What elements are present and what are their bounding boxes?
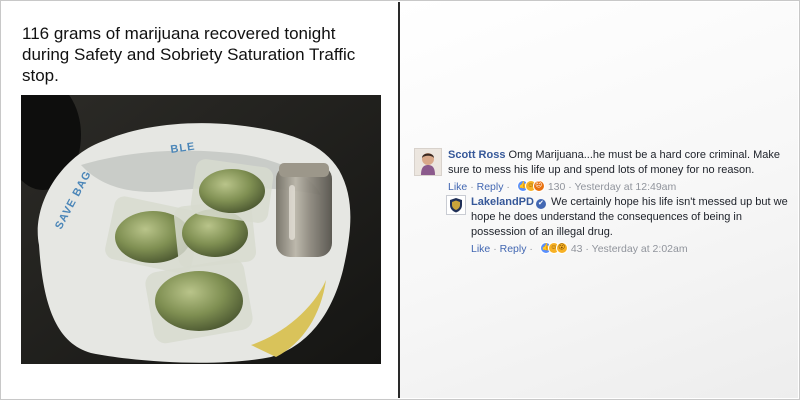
- reactions-count[interactable]: 43: [571, 243, 583, 255]
- wow-reaction-icon: 😮: [555, 242, 568, 254]
- reply-button[interactable]: Reply: [500, 243, 527, 255]
- angry-reaction-icon: ☹: [532, 180, 545, 192]
- police-badge-icon: [447, 196, 465, 214]
- post-text: 116 grams of marijuana recovered tonight…: [22, 24, 356, 85]
- comment-author[interactable]: Scott Ross: [448, 149, 505, 161]
- reply-button[interactable]: Reply: [477, 181, 504, 193]
- comment-timestamp[interactable]: Yesterday at 12:49am: [575, 181, 677, 193]
- comment-actions: Like · Reply · 👍 ☺ ☹ 130 · Yesterday at …: [448, 180, 793, 195]
- baggie-top: [190, 159, 274, 223]
- comment-body: LakelandPD ✔ We certainly hope his life i…: [471, 195, 791, 257]
- like-button[interactable]: Like: [471, 243, 490, 255]
- like-button[interactable]: Like: [448, 181, 467, 193]
- separator-dot: ·: [470, 181, 474, 193]
- separator-dot: ·: [529, 243, 533, 255]
- avatar[interactable]: [446, 195, 466, 215]
- glass-jar: [276, 163, 332, 257]
- separator-dot: ·: [506, 181, 510, 193]
- avatar[interactable]: [414, 148, 442, 176]
- comment-body: Scott Ross Omg Marijuana...he must be a …: [448, 148, 793, 195]
- separator-dot: ·: [568, 181, 572, 193]
- separator-dot: ·: [493, 243, 497, 255]
- reactions-summary[interactable]: 👍 ☺ ☹: [516, 180, 545, 192]
- user-avatar-icon: [415, 149, 441, 175]
- comment-timestamp[interactable]: Yesterday at 2:02am: [592, 243, 688, 255]
- evidence-photo-drawing: SAVE BAG BLE: [21, 95, 381, 364]
- separator-dot: ·: [585, 243, 589, 255]
- evidence-photo: SAVE BAG BLE: [21, 95, 381, 364]
- comment-author[interactable]: LakelandPD: [471, 196, 534, 208]
- comment-actions: Like · Reply · 👍 ☺ 😮 43 · Yesterday at 2…: [471, 242, 791, 257]
- verified-badge-icon: ✔: [535, 199, 546, 209]
- reactions-count[interactable]: 130: [548, 181, 566, 193]
- reactions-summary[interactable]: 👍 ☺ 😮: [539, 242, 568, 254]
